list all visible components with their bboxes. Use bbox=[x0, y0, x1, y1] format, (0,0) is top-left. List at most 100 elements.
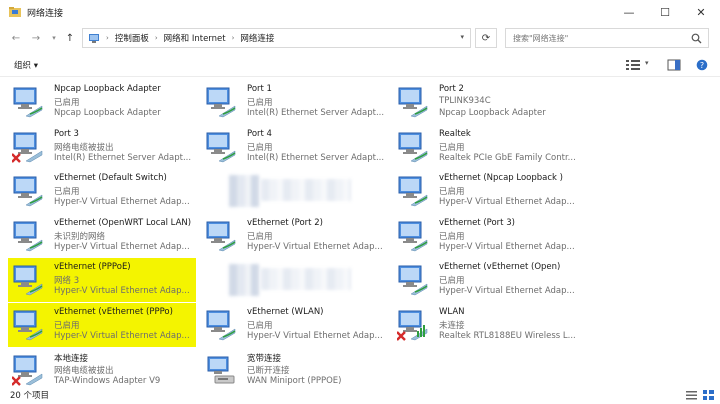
connection-device: Hyper-V Virtual Ethernet Adap... bbox=[54, 241, 190, 252]
back-button[interactable]: ← bbox=[8, 30, 24, 46]
connection-device: Intel(R) Ethernet Server Adapt... bbox=[247, 152, 385, 163]
connection-name: vEthernet (Default Switch) bbox=[54, 173, 167, 184]
connection-item[interactable]: vEthernet (Port 3) 已启用 Hyper-V Virtual Eth… bbox=[393, 214, 581, 258]
connection-status: 已启用 bbox=[54, 187, 80, 198]
network-adapter-icon bbox=[13, 310, 43, 341]
tiles-view-icon[interactable] bbox=[703, 390, 714, 400]
connection-item[interactable]: vEthernet (OpenWRT Local LAN) 未识别的网络 Hyper… bbox=[8, 214, 196, 258]
connection-status: 已启用 bbox=[247, 98, 273, 108]
search-icon[interactable] bbox=[691, 33, 702, 44]
connection-device: WAN Miniport (PPPOE) bbox=[247, 375, 342, 386]
address-dropdown-icon[interactable]: ▾ bbox=[460, 33, 464, 41]
connection-status: 已启用 bbox=[439, 231, 465, 242]
connection-name: Port 4 bbox=[247, 128, 272, 139]
forward-button[interactable]: → bbox=[28, 30, 44, 46]
close-button[interactable]: ✕ bbox=[684, 0, 718, 24]
connection-item-redacted[interactable] bbox=[201, 169, 389, 213]
network-adapter-icon bbox=[206, 132, 236, 162]
connection-item[interactable]: 宽带连接 已断开连接 WAN Miniport (PPPOE) bbox=[201, 348, 389, 392]
control-panel-icon bbox=[89, 33, 99, 43]
connection-name: Port 1 bbox=[247, 84, 272, 94]
connection-name: Realtek bbox=[439, 128, 471, 139]
connection-item[interactable]: vEthernet (PPPoE) 网络 3 Hyper-V Virtual Eth… bbox=[8, 258, 196, 303]
connection-item[interactable]: Realtek 已启用 Realtek PCIe GbE Family Contr.… bbox=[393, 125, 581, 169]
connection-name: vEthernet (OpenWRT Local LAN) bbox=[54, 217, 192, 228]
preview-pane-icon[interactable] bbox=[667, 59, 681, 71]
wifi-adapter-icon bbox=[397, 310, 428, 341]
network-adapter-icon bbox=[12, 355, 43, 386]
connection-status: 已启用 bbox=[54, 98, 80, 108]
connection-device: Npcap Loopback Adapter bbox=[54, 108, 161, 118]
network-adapter-icon bbox=[398, 265, 428, 296]
connection-item-redacted[interactable] bbox=[201, 258, 389, 302]
breadcrumb-network-internet[interactable]: 网络和 Internet bbox=[164, 32, 226, 44]
title-bar: 网络连接 — ☐ ✕ bbox=[0, 0, 720, 24]
view-options-icon[interactable] bbox=[626, 59, 640, 71]
breadcrumb-control-panel[interactable]: 控制面板 bbox=[115, 32, 149, 44]
connection-device: TAP-Windows Adapter V9 bbox=[54, 375, 161, 386]
connection-name: vEthernet (Port 2) bbox=[247, 217, 323, 228]
connection-item[interactable]: vEthernet (Npcap Loopback ) 已启用 Hyper-V Vi… bbox=[393, 169, 581, 213]
network-adapter-icon bbox=[398, 132, 428, 162]
redacted-label bbox=[261, 179, 351, 202]
connection-item[interactable]: vEthernet (WLAN) 已启用 Hyper-V Virtual Ether… bbox=[201, 303, 389, 347]
connection-name: WLAN bbox=[439, 307, 465, 317]
help-icon[interactable]: ? bbox=[695, 59, 709, 71]
connection-item[interactable]: vEthernet (Default Switch) 已启用 Hyper-V Vir… bbox=[8, 169, 196, 213]
connection-item[interactable]: 本地连接 网络电缆被拔出 TAP-Windows Adapter V9 bbox=[8, 348, 196, 392]
connection-status: 已启用 bbox=[439, 276, 465, 287]
connection-item[interactable]: vEthernet (Port 2) 已启用 Hyper-V Virtual Eth… bbox=[201, 214, 389, 258]
connection-device: Hyper-V Virtual Ethernet Adap... bbox=[247, 331, 383, 341]
recent-locations-button[interactable]: ▾ bbox=[46, 30, 62, 46]
connection-item[interactable]: WLAN 未连接 Realtek RTL8188EU Wireless L... bbox=[393, 303, 581, 347]
connection-item[interactable]: Port 1 已启用 Intel(R) Ethernet Server Adapt.… bbox=[201, 80, 389, 124]
connection-device: Realtek PCIe GbE Family Contr... bbox=[439, 152, 576, 163]
network-adapter-icon bbox=[206, 310, 236, 341]
connection-item[interactable]: Port 3 网络电缆被拔出 Intel(R) Ethernet Server Ad… bbox=[8, 125, 196, 169]
command-bar: 组织 ▾ ▾ ? bbox=[0, 55, 720, 77]
connection-name: vEthernet (vEthernet (PPPo) bbox=[54, 307, 173, 317]
status-bar: 20 个项目 bbox=[0, 386, 720, 404]
connection-device: Intel(R) Ethernet Server Adapt... bbox=[247, 108, 385, 118]
svg-text:?: ? bbox=[700, 61, 704, 70]
network-adapter-icon bbox=[206, 87, 236, 118]
view-dropdown-icon[interactable]: ▾ bbox=[645, 59, 659, 71]
search-box[interactable] bbox=[505, 28, 709, 48]
refresh-button[interactable]: ⟳ bbox=[475, 28, 497, 48]
connection-item[interactable]: Npcap Loopback Adapter 已启用 Npcap Loopback … bbox=[8, 80, 196, 124]
connection-device: Hyper-V Virtual Ethernet Adap... bbox=[439, 241, 575, 252]
network-folder-icon bbox=[9, 7, 21, 17]
connection-status: TPLINK934C bbox=[439, 96, 491, 106]
connection-item[interactable]: vEthernet (vEthernet (PPPo) 已启用 Hyper-V Vi… bbox=[8, 303, 196, 347]
details-view-icon[interactable] bbox=[686, 390, 697, 400]
connection-item[interactable]: Port 2 TPLINK934C Npcap Loopback Adapter bbox=[393, 80, 581, 124]
connection-item[interactable]: vEthernet (vEthernet (Open) 已启用 Hyper-V Vi… bbox=[393, 258, 581, 302]
minimize-button[interactable]: — bbox=[612, 0, 646, 24]
connection-status: 已启用 bbox=[247, 231, 273, 242]
connection-device: Hyper-V Virtual Ethernet Adap... bbox=[54, 286, 190, 297]
network-adapter-icon bbox=[13, 176, 43, 207]
connection-device: Hyper-V Virtual Ethernet Adap... bbox=[439, 197, 575, 208]
connection-name: Port 2 bbox=[439, 84, 464, 94]
connection-name: 宽带连接 bbox=[247, 353, 282, 364]
connection-item[interactable]: Port 4 已启用 Intel(R) Ethernet Server Adapt.… bbox=[201, 125, 389, 169]
search-input[interactable] bbox=[513, 33, 683, 43]
connection-name: vEthernet (Port 3) bbox=[439, 217, 515, 228]
network-adapter-icon bbox=[398, 221, 428, 252]
address-bar[interactable]: › 控制面板 › 网络和 Internet › 网络连接 ▾ bbox=[82, 28, 471, 48]
connection-name: 本地连接 bbox=[54, 353, 89, 364]
connection-name: vEthernet (vEthernet (Open) bbox=[439, 262, 561, 273]
breadcrumb-separator-icon: › bbox=[154, 34, 158, 42]
maximize-button[interactable]: ☐ bbox=[648, 0, 682, 24]
network-adapter-icon bbox=[13, 87, 43, 118]
organize-menu[interactable]: 组织 ▾ bbox=[14, 59, 38, 71]
up-button[interactable]: ↑ bbox=[62, 30, 78, 46]
connection-name: Port 3 bbox=[54, 128, 79, 139]
connection-device: Npcap Loopback Adapter bbox=[439, 108, 546, 118]
network-adapter-icon bbox=[13, 265, 43, 296]
network-adapter-icon bbox=[206, 221, 236, 252]
breadcrumb-network-connections[interactable]: 网络连接 bbox=[240, 32, 274, 44]
connection-status: 网络电缆被拔出 bbox=[54, 365, 114, 376]
dialup-connection-icon bbox=[207, 356, 235, 384]
breadcrumb-separator-icon: › bbox=[231, 34, 235, 42]
